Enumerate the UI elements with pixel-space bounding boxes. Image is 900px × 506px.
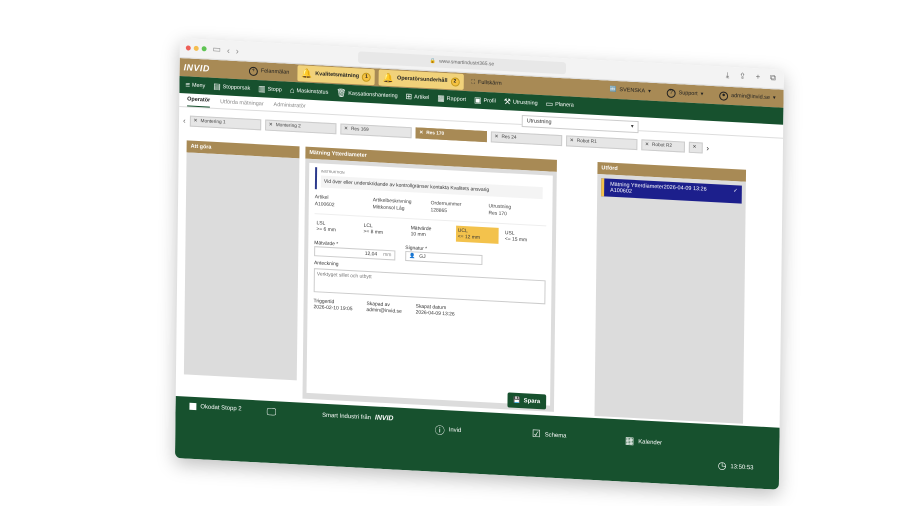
station-robot-r1[interactable]: ✕ Robot R1	[565, 134, 638, 150]
back-icon[interactable]: ‹	[227, 45, 230, 55]
footer-brand: Smart Industri från INVID	[322, 412, 394, 423]
wrench-icon: ✕	[343, 126, 349, 132]
measurement-panel: Mätning Ytterdiameter INSTRUKTION Vid öv…	[302, 146, 557, 412]
tab-operator[interactable]: Operatör	[187, 96, 211, 108]
checkmark-icon: ✓	[733, 188, 738, 195]
calendar-icon: ▭	[545, 99, 554, 109]
save-button[interactable]: 💾 Spara	[507, 392, 547, 410]
note-icon: ▤	[213, 81, 221, 92]
station-montering-2[interactable]: ✕ Montering 2	[264, 119, 337, 134]
todo-column: Att göra	[183, 140, 300, 381]
screenshot-stage: ▭ ‹ › 🔒 www.smartindustri365.se ⤓ ⇪ + ⧉ …	[0, 0, 900, 506]
id-card-icon: ▣	[473, 95, 482, 105]
done-item[interactable]: Mätning Ytterdiameter2026-04-09 13:26 A1…	[601, 178, 742, 204]
monitor-button[interactable]: 🖵	[267, 407, 277, 419]
nav-scrap-handling[interactable]: 🗑 Kassationshantering	[336, 88, 397, 100]
fullscreen-button[interactable]: ⛶ Fullskärm	[467, 74, 506, 92]
done-list: Mätning Ytterdiameter2026-04-09 13:26 A1…	[594, 173, 746, 424]
help-icon: ?	[666, 88, 676, 98]
tab-administrator[interactable]: Administratör	[273, 102, 306, 113]
lock-icon: 🔒	[429, 58, 437, 65]
nav-machine-status[interactable]: ⌂ Maskinstatus	[290, 86, 329, 97]
wrench-icon: ✕	[268, 122, 273, 128]
forward-icon[interactable]: ›	[236, 45, 239, 55]
caret-down-icon: ▾	[700, 91, 704, 98]
nav-stop-reason[interactable]: ▤ Stopporsak	[213, 82, 250, 93]
share-icon[interactable]: ⇪	[739, 71, 746, 81]
checkbox-icon	[189, 402, 197, 411]
wrench-icon: ✕	[419, 130, 424, 136]
hamburger-icon: ≡	[185, 80, 191, 90]
url-text: www.smartindustri365.se	[439, 58, 495, 68]
wrench-icon: ✕	[569, 138, 574, 144]
monitor-icon: 🖵	[266, 406, 277, 419]
caret-down-icon: ▾	[648, 88, 651, 95]
add-box-icon: ⊞	[405, 91, 413, 102]
clock-icon: ◷	[717, 460, 727, 472]
trash-icon: 🗑	[336, 88, 347, 98]
bell-icon: 🔔	[382, 72, 395, 83]
nav-article[interactable]: ⊞ Artikel	[406, 92, 430, 102]
factory-icon: ⌂	[289, 85, 295, 96]
wrench-icon: ✕	[644, 141, 650, 148]
ucl-highlight: UCL <= 12 mm	[455, 225, 500, 244]
tab-performed-measurements[interactable]: Utförda mätningar	[220, 99, 264, 110]
document-icon: ▦	[437, 93, 445, 103]
footer-link-calendar[interactable]: ▦ Kalender	[625, 436, 662, 449]
plus-circle-icon: +	[248, 66, 258, 76]
language-select[interactable]: 🔤 SVENSKA ▾	[606, 81, 655, 100]
window-controls[interactable]	[185, 45, 207, 52]
nav-profile[interactable]: ▣ Profil	[474, 95, 496, 105]
user-icon: ●	[719, 90, 729, 101]
nav-report[interactable]: ▦ Rapport	[437, 94, 466, 105]
bell-icon: 🔔	[301, 67, 313, 79]
info-icon: ⓘ	[434, 425, 445, 438]
fullscreen-icon: ⛶	[471, 78, 476, 86]
invid-footer-logo: INVID	[374, 414, 394, 423]
todo-list	[183, 152, 300, 381]
save-icon: 💾	[513, 397, 521, 405]
chevron-left-icon[interactable]: ‹	[183, 116, 186, 125]
wrench-icon: ✕	[193, 118, 198, 124]
download-icon[interactable]: ⤓	[726, 71, 730, 81]
station-montering-1[interactable]: ✕ Montering 1	[189, 115, 261, 130]
user-icon: 👤	[409, 253, 416, 260]
count-badge: 2	[450, 76, 460, 87]
invid-logo: INVID	[183, 62, 210, 74]
nav-equipment[interactable]: ⚒ Utrustning	[504, 97, 538, 108]
measurement-form: INSTRUKTION Vid över eller underskridand…	[306, 162, 553, 410]
caret-down-icon: ▾	[772, 95, 776, 102]
done-column: Utförd Mätning Ytterdiameter2026-04-09 1…	[594, 161, 747, 424]
nav-stop[interactable]: ▥ Stopp	[258, 84, 282, 94]
station-res-170[interactable]: ✕ Res 170	[415, 126, 487, 142]
footer-clock: ◷ 13:50:53	[717, 460, 754, 472]
footer-link-schema[interactable]: ☑ Schema	[532, 429, 567, 442]
calendar-icon: ▦	[624, 435, 635, 448]
station-res-169[interactable]: ✕ Res 169	[339, 122, 412, 138]
station-robot-r2[interactable]: ✕ Robot R2	[640, 138, 685, 153]
chart-icon: ▥	[258, 84, 266, 94]
wrench-icon: ✕	[692, 144, 697, 150]
footer-link-invid[interactable]: ⓘ Invid	[435, 422, 462, 438]
caret-down-icon: ▾	[630, 123, 634, 130]
toolbox-icon: ⚒	[503, 97, 511, 107]
browser-window: ▭ ‹ › 🔒 www.smartindustri365.se ⤓ ⇪ + ⧉ …	[174, 38, 784, 490]
support-menu[interactable]: ? Support ▾	[663, 84, 708, 102]
count-badge: 1	[362, 72, 372, 82]
fault-report-button[interactable]: + Felanmälan	[245, 62, 293, 81]
wrench-icon: ✕	[494, 134, 499, 140]
tabs-overview-icon[interactable]: ⧉	[770, 73, 776, 83]
calendar-check-icon: ☑	[531, 428, 541, 441]
chevron-right-icon[interactable]: ›	[706, 143, 709, 152]
nav-plan[interactable]: ▭ Planera	[546, 99, 574, 109]
station-res-24[interactable]: ✕ Res 24	[490, 130, 562, 146]
language-icon: 🔤	[609, 86, 617, 93]
user-menu[interactable]: ● admin@invid.se ▾	[715, 87, 780, 106]
station-more[interactable]: ✕	[688, 141, 703, 153]
sidebar-icon[interactable]: ▭	[212, 44, 222, 55]
uncoded-stop-toggle[interactable]: Okodat Stopp 2	[189, 402, 242, 413]
new-tab-icon[interactable]: +	[756, 72, 761, 82]
nav-menu[interactable]: ≡ Meny	[185, 80, 205, 90]
